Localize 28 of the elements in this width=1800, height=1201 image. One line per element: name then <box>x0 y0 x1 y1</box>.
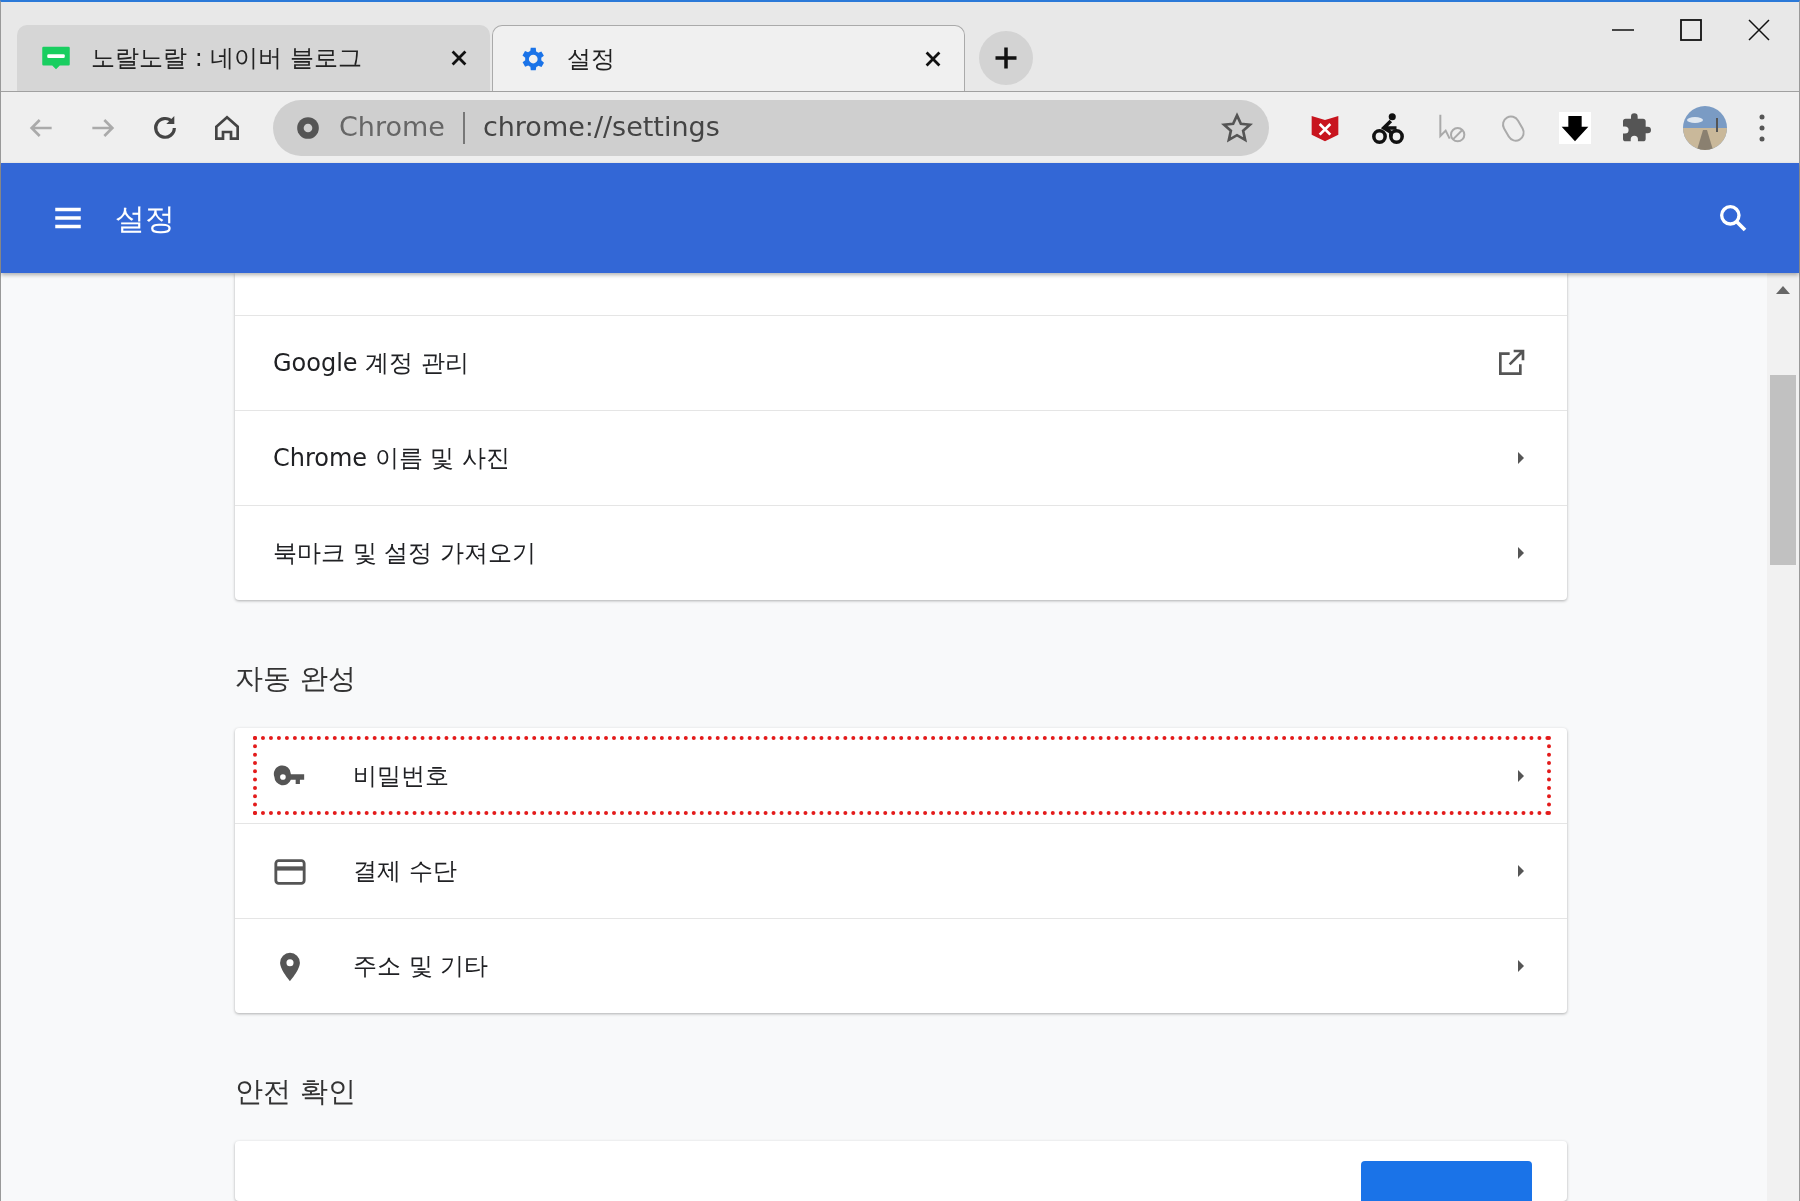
star-icon[interactable] <box>1221 111 1253 144</box>
site-label: Chrome <box>339 110 445 145</box>
section-heading: 안전 확인 <box>235 1074 357 1110</box>
settings-row[interactable]: Chrome 이름 및 사진 <box>235 410 1567 505</box>
browser-tab[interactable]: 설정 <box>492 25 965 91</box>
new-tab-button[interactable] <box>979 31 1033 85</box>
search-icon[interactable] <box>1717 202 1749 234</box>
address-bar[interactable]: Chrome chrome://settings <box>273 99 1269 156</box>
scroll-up-icon[interactable] <box>1776 285 1790 295</box>
puzzle-icon[interactable] <box>1621 111 1653 144</box>
maximize-icon[interactable] <box>1679 18 1703 42</box>
caret-icon <box>1515 862 1527 880</box>
cyclist-icon[interactable] <box>1371 110 1405 145</box>
caret-icon <box>1515 957 1527 975</box>
url-text: chrome://settings <box>482 110 721 145</box>
settings-row[interactable]: 북마크 및 설정 가져오기 <box>235 505 1567 600</box>
browser-tab[interactable]: 노랄노랄 : 네이버 블로그 <box>17 25 490 91</box>
settings-row[interactable]: 비밀번호 <box>235 728 1567 823</box>
site-info-icon[interactable] <box>295 114 321 141</box>
caret-icon <box>1515 544 1527 562</box>
page-title: 설정 <box>115 199 176 238</box>
caret-icon <box>1515 449 1527 467</box>
settings-row[interactable]: Google 계정 관리 <box>235 315 1567 410</box>
scrollbar-thumb[interactable] <box>1770 375 1796 565</box>
close-icon[interactable] <box>1747 18 1771 42</box>
section-heading: 자동 완성 <box>235 661 357 697</box>
settings-row[interactable]: 주소 및 기타 <box>235 918 1567 1013</box>
settings-row[interactable]: 결제 수단 <box>235 823 1567 918</box>
